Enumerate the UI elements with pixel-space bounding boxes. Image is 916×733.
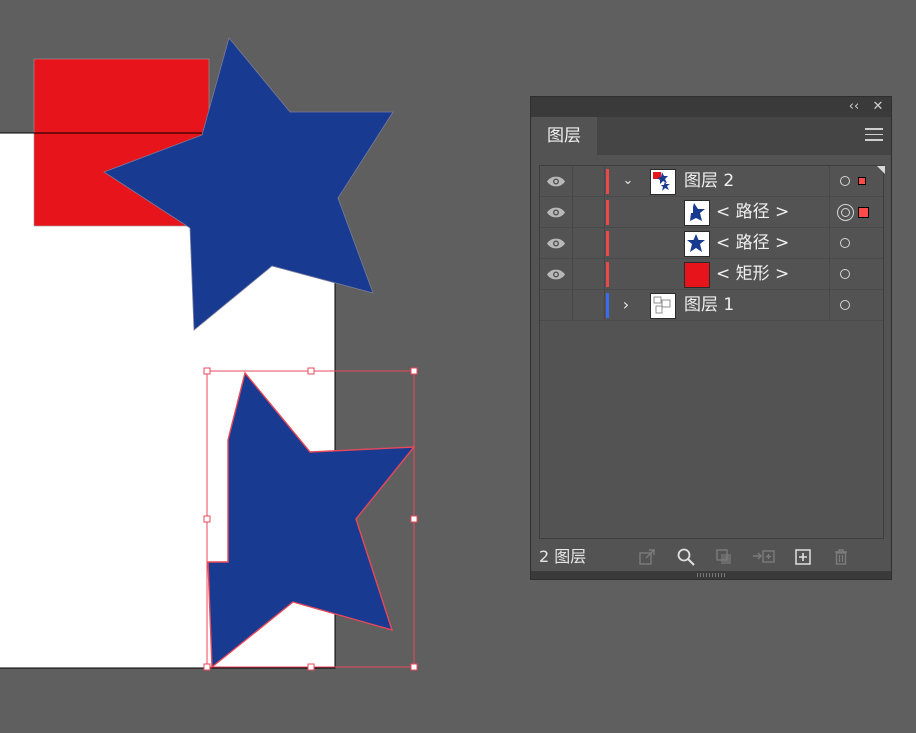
layer-name[interactable]: < 路径 >: [716, 228, 789, 259]
layer-row-rectangle[interactable]: < 矩形 >: [540, 259, 883, 290]
layer-color-bar: [606, 169, 609, 194]
eye-icon: [547, 238, 565, 249]
layers-panel: ‹‹ ✕ 图层 ⌄ 图层 2 < 路径 > < 路径 > < 矩形 > › 图层…: [530, 96, 892, 580]
lock-toggle[interactable]: [572, 228, 605, 258]
handle-bottom-center[interactable]: [307, 663, 315, 671]
layer-row-path-1[interactable]: < 路径 >: [540, 197, 883, 228]
layer-name[interactable]: 图层 1: [684, 290, 734, 321]
hamburger-menu-icon[interactable]: [865, 128, 883, 144]
close-panel-button[interactable]: ✕: [869, 98, 887, 116]
target-circle-icon[interactable]: [840, 300, 850, 310]
visibility-toggle[interactable]: [540, 166, 573, 196]
layer-color-bar: [606, 262, 609, 287]
panel-titlebar[interactable]: ‹‹ ✕: [531, 97, 891, 117]
search-icon[interactable]: [676, 547, 696, 567]
layer-name[interactable]: < 矩形 >: [716, 259, 789, 290]
handle-middle-right[interactable]: [410, 515, 418, 523]
path-thumbnail: [684, 200, 710, 226]
eye-icon: [547, 269, 565, 280]
panel-tabbar: 图层: [531, 117, 891, 155]
target-column[interactable]: [829, 290, 885, 320]
layer-thumbnail: [650, 169, 676, 195]
layer-name[interactable]: 图层 2: [684, 166, 734, 197]
rectangle-thumbnail: [684, 262, 710, 288]
lock-toggle[interactable]: [572, 290, 605, 320]
chevron-down-icon[interactable]: ⌄: [620, 172, 636, 190]
collapse-panel-button[interactable]: ‹‹: [845, 98, 863, 116]
handle-bottom-right[interactable]: [410, 663, 418, 671]
target-column[interactable]: [829, 259, 885, 289]
lock-toggle[interactable]: [572, 197, 605, 227]
handle-top-left[interactable]: [203, 367, 211, 375]
handle-bottom-left[interactable]: [203, 663, 211, 671]
targeted-circle-icon[interactable]: [837, 204, 854, 221]
handle-top-center[interactable]: [307, 367, 315, 375]
target-column[interactable]: [829, 166, 885, 196]
selection-indicator[interactable]: [858, 177, 866, 185]
layer-count: 2 图层: [539, 547, 587, 566]
target-column[interactable]: [829, 228, 885, 258]
visibility-toggle[interactable]: [540, 290, 573, 320]
layer-row-layer-1[interactable]: › 图层 1: [540, 290, 883, 321]
current-layer-indicator: [877, 166, 885, 174]
export-icon[interactable]: [637, 547, 657, 567]
chevron-right-icon[interactable]: ›: [618, 296, 634, 314]
layer-color-bar: [606, 231, 609, 256]
target-circle-icon[interactable]: [840, 176, 850, 186]
move-to-layer-icon[interactable]: [751, 547, 777, 567]
visibility-toggle[interactable]: [540, 228, 573, 258]
resize-grip[interactable]: [531, 571, 891, 579]
visibility-toggle[interactable]: [540, 197, 573, 227]
new-layer-icon[interactable]: [793, 547, 813, 567]
selection-indicator[interactable]: [858, 207, 869, 218]
handle-middle-left[interactable]: [203, 515, 211, 523]
target-circle-icon[interactable]: [840, 238, 850, 248]
layer-color-bar: [606, 200, 609, 225]
target-column[interactable]: [829, 197, 885, 227]
tab-layers[interactable]: 图层: [531, 117, 597, 155]
clip-mask-icon[interactable]: [714, 547, 734, 567]
visibility-toggle[interactable]: [540, 259, 573, 289]
target-circle-icon[interactable]: [840, 269, 850, 279]
layer-color-bar: [606, 293, 609, 318]
trash-icon[interactable]: [831, 547, 851, 567]
layers-list: ⌄ 图层 2 < 路径 > < 路径 > < 矩形 > › 图层 1: [539, 165, 885, 539]
eye-icon: [547, 207, 565, 218]
lock-toggle[interactable]: [572, 166, 605, 196]
layer-thumbnail: [650, 293, 676, 319]
lock-toggle[interactable]: [572, 259, 605, 289]
layer-name[interactable]: < 路径 >: [716, 197, 789, 228]
handle-top-right[interactable]: [410, 367, 418, 375]
path-thumbnail: [684, 231, 710, 257]
eye-icon: [547, 176, 565, 187]
panel-footer: 2 图层: [531, 543, 891, 571]
layer-row-path-2[interactable]: < 路径 >: [540, 228, 883, 259]
layer-row-layer-2[interactable]: ⌄ 图层 2: [540, 166, 885, 197]
